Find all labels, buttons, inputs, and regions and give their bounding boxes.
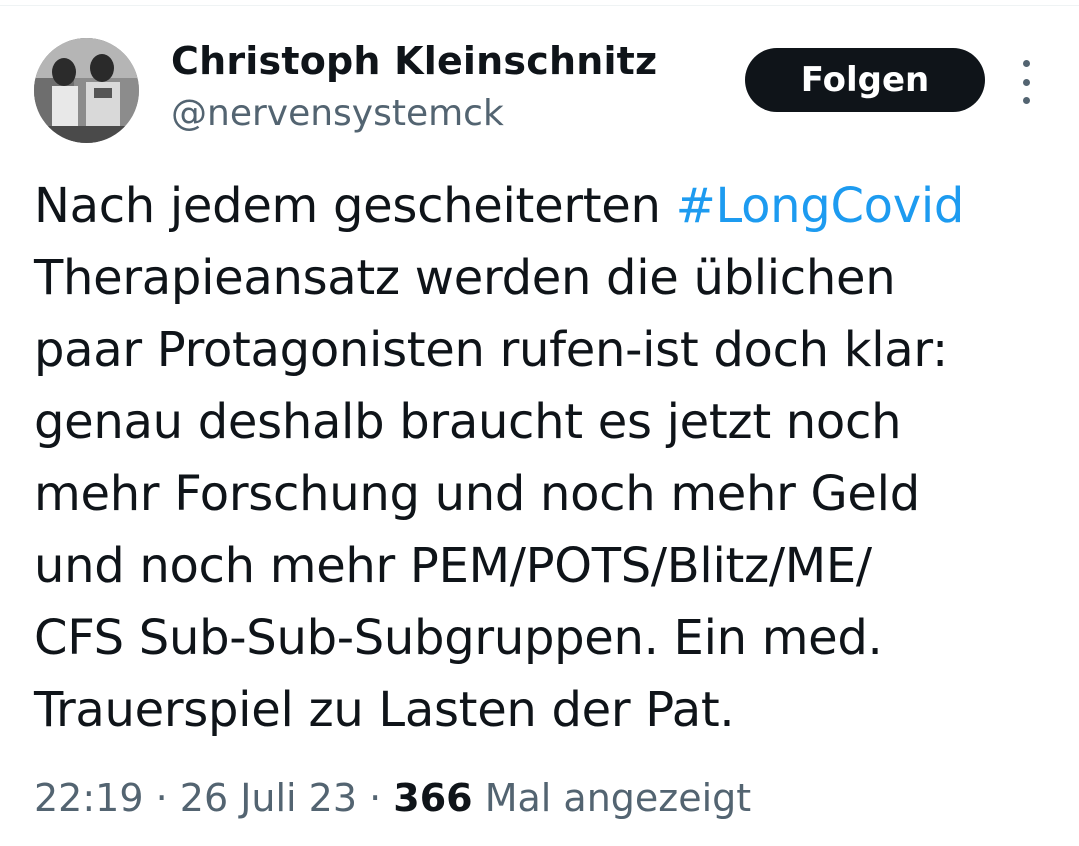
more-vertical-icon[interactable]	[1012, 60, 1040, 104]
avatar[interactable]	[34, 38, 139, 143]
tweet-line: mehr Forschung und noch mehr Geld	[34, 466, 920, 522]
author-display-name[interactable]: Christoph Kleinschnitz	[171, 38, 657, 84]
meta-separator: ·	[143, 776, 180, 820]
more-dot	[1022, 60, 1030, 67]
views-label: Mal angezeigt	[472, 776, 752, 820]
hashtag-link[interactable]: #LongCovid	[676, 178, 965, 234]
follow-button[interactable]: Folgen	[745, 48, 985, 112]
author-handle[interactable]: @nervensystemck	[171, 92, 504, 136]
tweet-line: Therapieansatz werden die üblichen	[34, 250, 896, 306]
tweet-line: und noch mehr PEM/POTS/Blitz/ME/	[34, 538, 872, 594]
more-dot	[1022, 97, 1030, 104]
tweet-time[interactable]: 22:19	[34, 776, 144, 820]
tweet-meta: 22:19 · 26 Juli 23 · 366 Mal angezeigt	[34, 770, 751, 826]
tweet-text: Nach jedem gescheiterten #LongCovid Ther…	[34, 170, 1054, 746]
meta-separator: ·	[357, 776, 394, 820]
tweet-line: genau deshalb braucht es jetzt noch	[34, 394, 902, 450]
tweet-date[interactable]: 26 Juli 23	[180, 776, 357, 820]
profile-photo	[34, 38, 139, 143]
tweet-line: paar Protagonisten rufen-ist doch klar:	[34, 322, 948, 378]
tweet-line: Trauerspiel zu Lasten der Pat.	[34, 682, 735, 738]
views-count: 366	[393, 776, 473, 820]
tweet-line: CFS Sub-Sub-Subgruppen. Ein med.	[34, 610, 883, 666]
tweet-line-text: Nach jedem gescheiterten	[34, 178, 676, 234]
tweet: Christoph Kleinschnitz @nervensystemck F…	[0, 0, 1079, 846]
tweet-line: Nach jedem gescheiterten #LongCovid	[34, 170, 1054, 242]
more-dot	[1022, 78, 1030, 86]
